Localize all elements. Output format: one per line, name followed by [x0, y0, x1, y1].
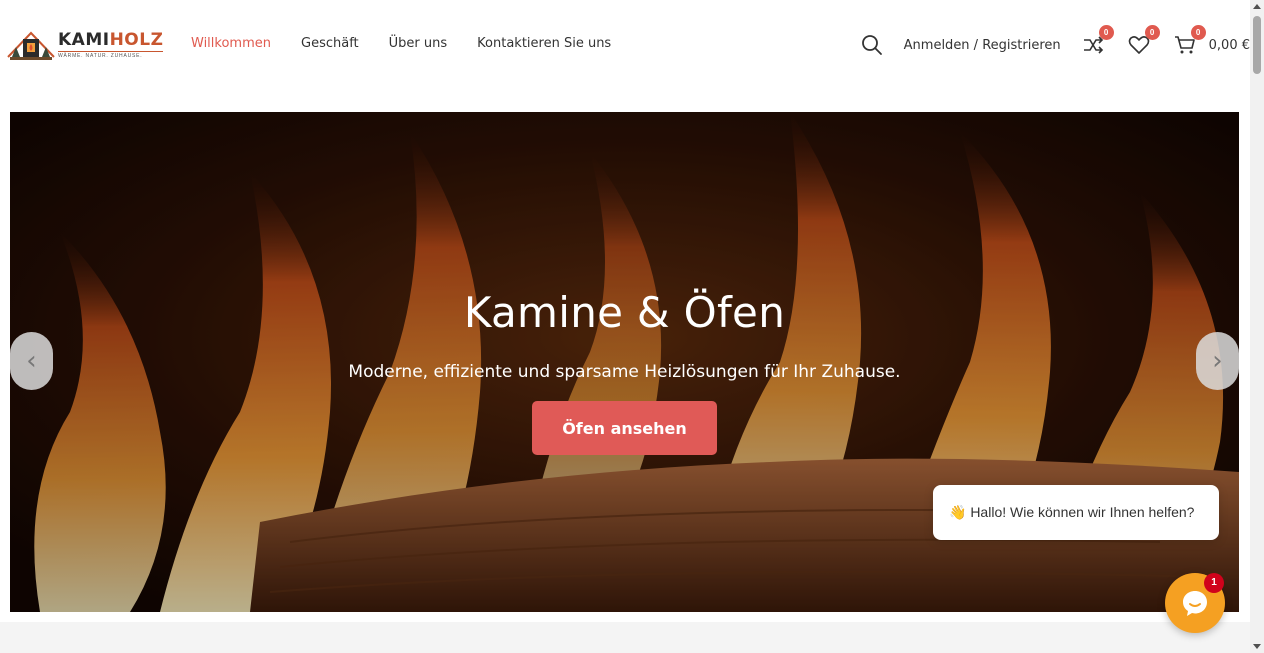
view-stoves-button[interactable]: Öfen ansehen — [532, 401, 717, 455]
header-actions: Anmelden / Registrieren 0 0 0 0,00 € — [860, 25, 1250, 60]
logo-icon — [6, 27, 56, 63]
chevron-left-icon: ‹ — [26, 346, 37, 376]
chat-greeting-bubble[interactable]: 👋 Hallo! Wie können wir Ihnen helfen? — [933, 485, 1219, 540]
site-header: KAMIHOLZ WÄRME. NATUR. ZUHAUSE. Willkomm… — [0, 0, 1250, 88]
wishlist-heart-icon[interactable]: 0 — [1127, 25, 1160, 57]
main-nav: Willkommen Geschäft Über uns Kontaktiere… — [191, 36, 641, 51]
chat-icon — [1183, 591, 1207, 616]
chevron-right-icon: › — [1212, 346, 1223, 376]
hero-subtitle: Moderne, effiziente und sparsame Heizlös… — [348, 362, 901, 382]
logo-name-part2: HOLZ — [109, 30, 164, 50]
hero-title: Kamine & Öfen — [463, 288, 786, 337]
cart-icon[interactable]: 0 — [1173, 25, 1206, 57]
nav-item-willkommen[interactable]: Willkommen — [191, 36, 271, 51]
logo-name: KAMIHOLZ — [58, 31, 163, 49]
scroll-up-arrow-icon[interactable] — [1253, 4, 1261, 9]
nav-item-geschaeft[interactable]: Geschäft — [301, 36, 359, 51]
cart-total[interactable]: 0,00 € — [1209, 38, 1250, 53]
scroll-down-arrow-icon[interactable] — [1253, 644, 1261, 649]
cart-count-badge: 0 — [1190, 25, 1206, 40]
page-scrollbar[interactable] — [1250, 0, 1264, 653]
search-icon[interactable] — [860, 33, 884, 57]
site-logo[interactable]: KAMIHOLZ WÄRME. NATUR. ZUHAUSE. — [6, 26, 164, 64]
scroll-thumb[interactable] — [1253, 16, 1261, 74]
slider-next-button[interactable]: › — [1196, 332, 1239, 390]
compare-count-badge: 0 — [1098, 25, 1114, 40]
chat-unread-badge: 1 — [1204, 573, 1224, 593]
section-divider — [0, 622, 1250, 653]
logo-tagline: WÄRME. NATUR. ZUHAUSE. — [58, 51, 164, 59]
logo-name-part1: KAMI — [58, 30, 110, 50]
compare-icon[interactable]: 0 — [1081, 25, 1114, 57]
slider-prev-button[interactable]: ‹ — [10, 332, 53, 390]
nav-item-ueber-uns[interactable]: Über uns — [389, 36, 448, 51]
wishlist-count-badge: 0 — [1144, 25, 1160, 40]
login-register-link[interactable]: Anmelden / Registrieren — [904, 38, 1061, 53]
chat-greeting-text: 👋 Hallo! Wie können wir Ihnen helfen? — [949, 504, 1195, 520]
nav-item-kontakt[interactable]: Kontaktieren Sie uns — [477, 36, 611, 51]
